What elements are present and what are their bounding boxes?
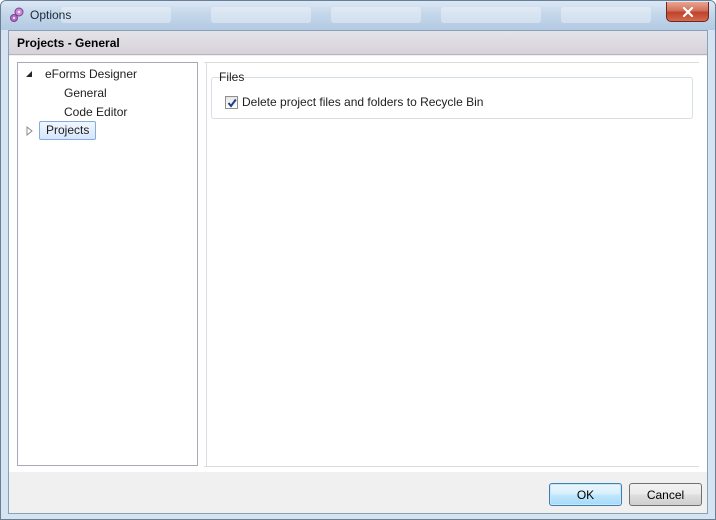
groupbox-rule — [247, 77, 691, 78]
options-app-icon — [10, 7, 24, 22]
close-button[interactable] — [666, 2, 709, 22]
options-window: Options Projects - General eForms Design… — [0, 0, 716, 520]
options-content: eForms Designer General Code Editor Proj… — [9, 56, 707, 472]
ok-button[interactable]: OK — [549, 483, 622, 506]
page-header: Projects - General — [9, 31, 707, 55]
pane-splitter[interactable] — [206, 62, 207, 466]
close-icon — [682, 6, 693, 17]
checkmark-icon — [227, 98, 237, 108]
delete-to-recycle-bin-checkbox[interactable] — [225, 96, 238, 109]
files-group-title: Files — [219, 70, 245, 84]
titlebar-background-blur — [61, 7, 171, 23]
titlebar-background-blur — [331, 7, 421, 23]
cancel-button-label: Cancel — [646, 487, 685, 502]
ok-button-label: OK — [576, 487, 595, 502]
tree-item-label: eForms Designer — [45, 67, 138, 81]
dialog-client-area: Projects - General eForms Designer Gener… — [8, 30, 708, 514]
tree-item-label: General — [64, 86, 107, 100]
titlebar-background-blur — [211, 7, 311, 23]
panel-divider-top — [204, 62, 699, 63]
page-title: Projects - General — [17, 36, 120, 50]
window-title: Options — [30, 8, 72, 22]
collapsed-triangle-icon[interactable] — [25, 126, 35, 136]
expanded-triangle-icon[interactable] — [24, 69, 34, 79]
titlebar-background-blur — [441, 7, 541, 23]
titlebar-background-blur — [561, 7, 651, 23]
title-bar[interactable]: Options — [1, 1, 715, 30]
tree-item-general[interactable]: General — [64, 84, 107, 102]
tree-item-eforms-designer[interactable]: eForms Designer — [45, 65, 137, 83]
tree-item-label: Projects — [46, 123, 90, 137]
tree-item-projects[interactable]: Projects — [39, 121, 97, 140]
options-tree[interactable]: eForms Designer General Code Editor Proj… — [17, 62, 198, 466]
panel-divider-bottom — [204, 466, 699, 467]
delete-to-recycle-bin-label[interactable]: Delete project files and folders to Recy… — [242, 95, 483, 109]
tree-item-label: Code Editor — [64, 105, 128, 119]
tree-item-code-editor[interactable]: Code Editor — [64, 103, 127, 121]
cancel-button[interactable]: Cancel — [629, 483, 702, 506]
